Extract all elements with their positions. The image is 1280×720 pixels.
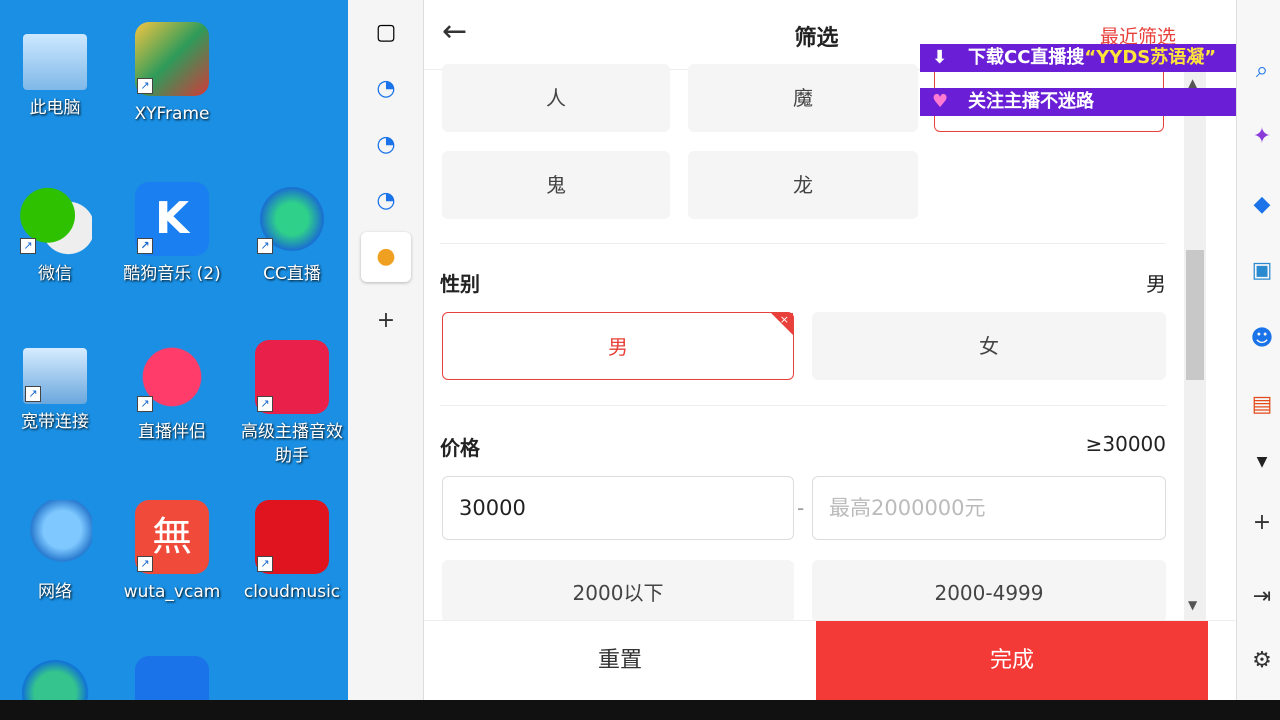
tab-overview-icon[interactable]: ▢ — [361, 8, 411, 58]
add-icon[interactable]: + — [1247, 510, 1277, 535]
desktop-icon-label: XYFrame — [134, 104, 210, 124]
computer-icon — [23, 34, 87, 90]
desktop-icon-label: 此电脑 — [29, 98, 81, 118]
desktop-icon-live-companion[interactable]: ↗ 直播伴侣 — [117, 340, 227, 444]
overlay-banner-download: ⬇ 下载CC直播搜“YYDS苏语凝” — [920, 44, 1242, 72]
desktop-icon-this-pc[interactable]: 此电脑 — [0, 28, 110, 120]
banner-highlight: “YYDS苏语凝” — [1084, 47, 1217, 68]
desktop-icon-cloudmusic[interactable]: ↗ cloudmusic — [237, 500, 347, 604]
toolbox-icon[interactable]: ▣ — [1247, 258, 1277, 283]
desktop-icon-wuta[interactable]: 無 ↗ wuta_vcam — [117, 500, 227, 604]
close-icon[interactable]: × — [780, 314, 789, 326]
banner-text: 关注主播不迷路 — [968, 91, 1094, 112]
scroll-down-icon[interactable]: ▼ — [1188, 598, 1197, 612]
desktop-icon-label: 网络 — [38, 582, 72, 602]
desktop-icon-label: cloudmusic — [243, 582, 341, 602]
new-tab-plus-icon[interactable]: + — [361, 296, 411, 346]
price-range-option[interactable]: 2000以下 — [442, 560, 794, 622]
network-computer-icon: ↗ — [23, 348, 87, 404]
desktop-icon-label: 宽带连接 — [21, 412, 89, 432]
tag-icon[interactable]: ◆ — [1247, 192, 1277, 217]
gender-option-label: 男 — [608, 335, 628, 359]
desktop-icon-label: 微信 — [38, 264, 72, 284]
desktop-icon-label: CC直播 — [263, 264, 321, 284]
edge-tab-icon[interactable]: ◔ — [361, 120, 411, 170]
overlay-banner-follow: ♥ 关注主播不迷路 — [920, 88, 1242, 116]
office-icon[interactable]: ▤ — [1247, 392, 1277, 417]
heart-icon: ♥ — [932, 91, 949, 112]
gear-icon[interactable]: ⚙ — [1247, 648, 1277, 673]
race-option[interactable]: 人 — [442, 64, 670, 132]
live-companion-icon: ↗ — [135, 340, 209, 414]
audio-helper-icon: ↗ — [255, 340, 329, 414]
exit-panel-icon[interactable]: ⇥ — [1247, 584, 1277, 609]
price-range-option[interactable]: 2000-4999 — [812, 560, 1166, 622]
banner-text: 下载CC直播搜 — [968, 47, 1085, 68]
edge-tab-icon[interactable]: ◔ — [361, 64, 411, 114]
gender-option-female[interactable]: 女 — [812, 312, 1166, 380]
right-sidebar: ⌕ ✦ ◆ ▣ ☻ ▤ ▼ + ⇥ ⚙ — [1236, 0, 1280, 700]
download-icon: ⬇ — [932, 47, 948, 68]
gender-title: 性别 — [440, 272, 480, 296]
taskbar — [0, 700, 1280, 720]
scroll-thumb[interactable] — [1186, 250, 1204, 380]
race-option[interactable]: 鬼 — [442, 151, 670, 219]
range-dash: - — [797, 496, 805, 520]
gender-value: 男 — [1146, 272, 1166, 296]
search-icon[interactable]: ⌕ — [1247, 58, 1277, 83]
reset-button[interactable]: 重置 — [424, 621, 816, 701]
cloudmusic-icon: ↗ — [255, 500, 329, 574]
desktop-icon-cc-live[interactable]: ↗ CC直播 — [237, 182, 347, 286]
globe-icon — [18, 500, 92, 574]
done-button[interactable]: 完成 — [816, 621, 1208, 701]
gender-option-male[interactable]: 男 × — [442, 312, 794, 380]
race-option[interactable]: 龙 — [688, 151, 918, 219]
desktop: 此电脑 ↗ XYFrame ↗ 微信 K ↗ 酷狗音乐 (2) ↗ CC直播 ↗ … — [0, 0, 348, 720]
people-icon[interactable]: ☻ — [1247, 326, 1277, 351]
price-min-input[interactable] — [442, 476, 794, 540]
divider — [440, 405, 1166, 406]
desktop-icon-label: 酷狗音乐 (2) — [123, 264, 221, 284]
active-tab-icon[interactable]: ● — [361, 232, 411, 282]
chevron-down-icon[interactable]: ▼ — [1247, 454, 1277, 470]
price-value: ≥30000 — [1085, 432, 1166, 456]
footer: 重置 完成 — [424, 620, 1236, 701]
wuta-icon: 無 ↗ — [135, 500, 209, 574]
desktop-icon-audio-helper[interactable]: ↗ 高级主播音效助手 — [237, 340, 347, 468]
desktop-icon-label: 直播伴侣 — [138, 422, 206, 442]
sparkle-icon[interactable]: ✦ — [1247, 124, 1277, 149]
game-icon: ↗ — [135, 22, 209, 96]
divider — [440, 243, 1166, 244]
price-max-input[interactable] — [812, 476, 1166, 540]
cc-live-icon: ↗ — [255, 182, 329, 256]
desktop-icon-label: wuta_vcam — [123, 582, 221, 602]
desktop-icon-network[interactable]: 网络 — [0, 500, 110, 604]
scrollbar[interactable]: ▲ ▼ — [1184, 70, 1206, 620]
desktop-icon-kugou[interactable]: K ↗ 酷狗音乐 (2) — [117, 182, 227, 286]
race-option[interactable]: 魔 — [688, 64, 918, 132]
desktop-icon-label: 高级主播音效助手 — [241, 422, 343, 466]
desktop-icon-wechat[interactable]: ↗ 微信 — [0, 182, 110, 286]
desktop-icon-broadband[interactable]: ↗ 宽带连接 — [0, 340, 110, 434]
wechat-icon: ↗ — [18, 182, 92, 256]
browser-tab-strip: ▢ ◔ ◔ ◔ ● + — [348, 0, 424, 700]
price-title: 价格 — [440, 436, 480, 460]
edge-tab-icon[interactable]: ◔ — [361, 176, 411, 226]
desktop-icon-xyframe[interactable]: ↗ XYFrame — [117, 22, 227, 126]
kugou-icon: K ↗ — [135, 182, 209, 256]
